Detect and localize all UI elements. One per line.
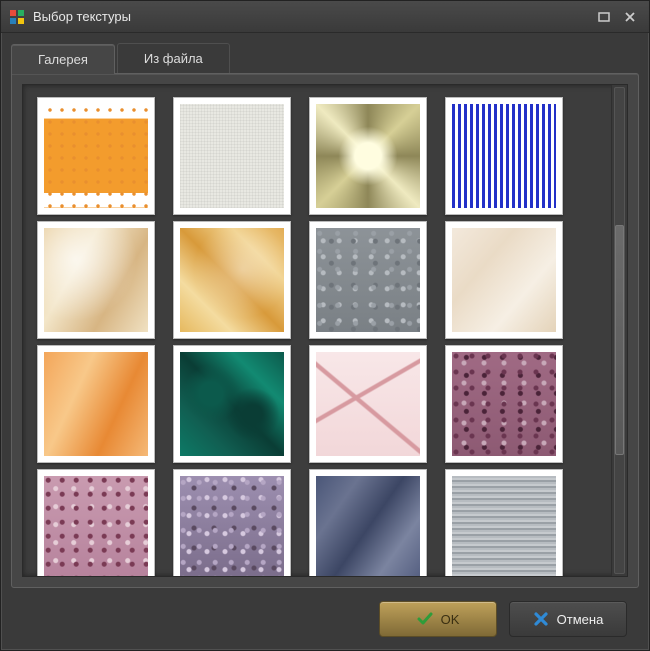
ok-button[interactable]: OK: [379, 601, 497, 637]
texture-thumb-granite-grey[interactable]: [309, 221, 427, 339]
texture-thumb-linen[interactable]: [173, 97, 291, 215]
texture-swatch: [180, 352, 284, 456]
cancel-button[interactable]: Отмена: [509, 601, 627, 637]
tab-from-file[interactable]: Из файла: [117, 43, 230, 73]
texture-thumb-marble-pale[interactable]: [445, 221, 563, 339]
cross-icon: [533, 611, 549, 627]
close-button[interactable]: [619, 8, 641, 26]
texture-picker-window: Выбор текстуры Галерея Из файла: [0, 0, 650, 651]
texture-grid: [37, 97, 607, 576]
texture-swatch: [452, 228, 556, 332]
cancel-label: Отмена: [557, 612, 604, 627]
maximize-button[interactable]: [593, 8, 615, 26]
footer: OK Отмена: [11, 588, 639, 650]
scrollbar[interactable]: [611, 85, 627, 576]
texture-swatch: [180, 104, 284, 208]
texture-thumb-orange-dots[interactable]: [37, 97, 155, 215]
texture-swatch: [44, 104, 148, 208]
scrollbar-handle[interactable]: [615, 225, 624, 455]
tab-gallery[interactable]: Галерея: [11, 44, 115, 74]
body: Галерея Из файла OK: [1, 33, 649, 650]
texture-swatch: [180, 228, 284, 332]
texture-thumb-marble-orange[interactable]: [37, 345, 155, 463]
texture-swatch: [316, 228, 420, 332]
texture-thumb-brushed-steel[interactable]: [445, 469, 563, 576]
texture-thumb-granite-rose[interactable]: [445, 345, 563, 463]
texture-swatch: [316, 476, 420, 576]
texture-swatch: [316, 104, 420, 208]
check-icon: [417, 611, 433, 627]
texture-thumb-blue-stripes[interactable]: [445, 97, 563, 215]
texture-swatch: [316, 352, 420, 456]
gallery-container: [22, 84, 628, 577]
texture-swatch: [44, 228, 148, 332]
texture-thumb-granite-pink[interactable]: [37, 469, 155, 576]
texture-swatch: [180, 476, 284, 576]
maximize-icon: [598, 12, 610, 22]
texture-swatch: [452, 476, 556, 576]
texture-swatch: [44, 476, 148, 576]
app-icon: [9, 9, 25, 25]
close-icon: [625, 12, 635, 22]
window-title: Выбор текстуры: [33, 9, 589, 24]
ok-label: OK: [441, 612, 460, 627]
texture-swatch: [44, 352, 148, 456]
texture-thumb-malachite[interactable]: [173, 345, 291, 463]
texture-swatch: [452, 104, 556, 208]
texture-thumb-marble-cream[interactable]: [37, 221, 155, 339]
texture-thumb-marble-blue[interactable]: [309, 469, 427, 576]
texture-thumb-granite-violet[interactable]: [173, 469, 291, 576]
texture-swatch: [452, 352, 556, 456]
texture-thumb-metal-star[interactable]: [309, 97, 427, 215]
tabstrip: Галерея Из файла: [11, 43, 639, 73]
texture-thumb-marble-amber[interactable]: [173, 221, 291, 339]
gallery-panel: [11, 73, 639, 588]
gallery-scroll[interactable]: [23, 85, 611, 576]
texture-thumb-marble-pink[interactable]: [309, 345, 427, 463]
titlebar[interactable]: Выбор текстуры: [1, 1, 649, 33]
